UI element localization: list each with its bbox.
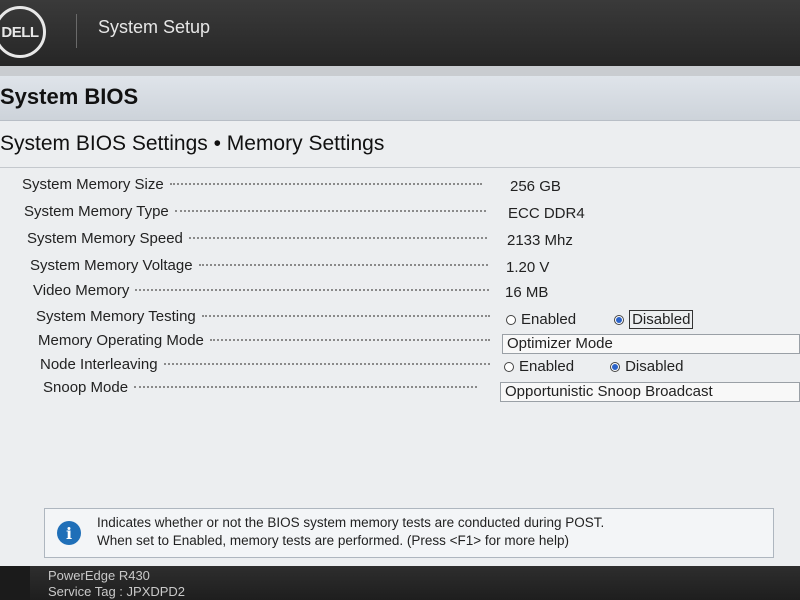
radio-label: Enabled (519, 358, 575, 375)
memory-type-value: ECC DDR4 (508, 205, 585, 222)
dot-leader (209, 339, 490, 341)
setting-label: System Memory Speed (27, 229, 183, 247)
node-interleaving-radio-group: Enabled Disabled (504, 358, 683, 375)
help-box: i Indicates whether or not the BIOS syst… (44, 508, 774, 558)
setting-row-snoop-mode[interactable]: Snoop Mode (43, 377, 483, 397)
setting-row-node-interleaving[interactable]: Node Interleaving (40, 354, 496, 374)
radio-label: Disabled (629, 310, 694, 329)
setting-row-memory-size[interactable]: System Memory Size (22, 174, 488, 194)
breadcrumb: System BIOS Settings • Memory Settings (0, 132, 385, 155)
setting-row-memory-testing[interactable]: System Memory Testing (36, 306, 496, 326)
setting-label: System Memory Size (22, 175, 164, 193)
radio-button-selected[interactable] (614, 314, 625, 325)
page-title: System BIOS (0, 84, 139, 109)
header-divider (76, 14, 77, 48)
page-header: System BIOS (0, 76, 800, 121)
memory-testing-enabled-radio[interactable]: Enabled (506, 311, 576, 328)
memory-speed-value: 2133 Mhz (507, 232, 573, 249)
setting-label: Snoop Mode (43, 378, 129, 396)
setting-label: System Memory Voltage (30, 256, 193, 274)
dot-leader (134, 386, 477, 388)
content-panel: System BIOS System BIOS Settings • Memor… (0, 66, 800, 566)
setting-row-memory-type[interactable]: System Memory Type (24, 201, 492, 221)
dot-leader (201, 315, 490, 317)
setting-row-memory-speed[interactable]: System Memory Speed (27, 228, 493, 248)
dell-logo: DELL (0, 6, 46, 58)
panel-strip (0, 66, 800, 76)
setting-label: Video Memory (33, 281, 130, 299)
radio-button[interactable] (506, 314, 516, 325)
service-tag: Service Tag : JPXDPD2 (48, 584, 186, 599)
memory-size-value: 256 GB (510, 178, 561, 195)
setting-row-operating-mode[interactable]: Memory Operating Mode (38, 330, 496, 350)
radio-button[interactable] (504, 361, 514, 372)
operating-mode-select[interactable]: Optimizer Mode (502, 334, 800, 354)
node-interleaving-disabled-radio[interactable]: Disabled (610, 358, 683, 375)
section-divider (0, 167, 800, 168)
memory-voltage-value: 1.20 V (506, 259, 550, 276)
dot-leader (188, 237, 487, 239)
radio-label: Disabled (625, 358, 684, 375)
app-title: System Setup (98, 17, 211, 37)
memory-testing-radio-group: Enabled Disabled (506, 310, 694, 329)
setting-label: System Memory Testing (36, 307, 196, 325)
dot-leader (174, 210, 486, 212)
video-memory-value: 16 MB (505, 284, 549, 301)
setting-row-memory-voltage[interactable]: System Memory Voltage (30, 255, 494, 275)
dot-leader (169, 183, 482, 185)
footer-bar: PowerEdge R430 Service Tag : JPXDPD2 (30, 566, 800, 600)
help-text: Indicates whether or not the BIOS system… (97, 514, 767, 550)
info-icon: i (57, 521, 81, 545)
model-name: PowerEdge R430 (48, 568, 150, 583)
setting-label: Memory Operating Mode (38, 331, 204, 349)
logo-text: DELL (1, 23, 39, 41)
dot-leader (198, 264, 488, 266)
dot-leader (163, 363, 490, 365)
node-interleaving-enabled-radio[interactable]: Enabled (504, 358, 574, 375)
radio-button-selected[interactable] (610, 361, 621, 372)
top-bar: DELL System Setup (0, 0, 800, 66)
radio-label: Enabled (521, 311, 577, 328)
memory-testing-disabled-radio[interactable]: Disabled (614, 310, 694, 329)
setting-label: Node Interleaving (40, 355, 158, 373)
setting-row-video-memory[interactable]: Video Memory (33, 280, 495, 300)
help-line-2: When set to Enabled, memory tests are pe… (97, 533, 569, 548)
help-line-1: Indicates whether or not the BIOS system… (97, 515, 605, 530)
setting-label: System Memory Type (24, 202, 169, 220)
snoop-mode-select[interactable]: Opportunistic Snoop Broadcast (500, 382, 800, 402)
dot-leader (135, 289, 489, 291)
